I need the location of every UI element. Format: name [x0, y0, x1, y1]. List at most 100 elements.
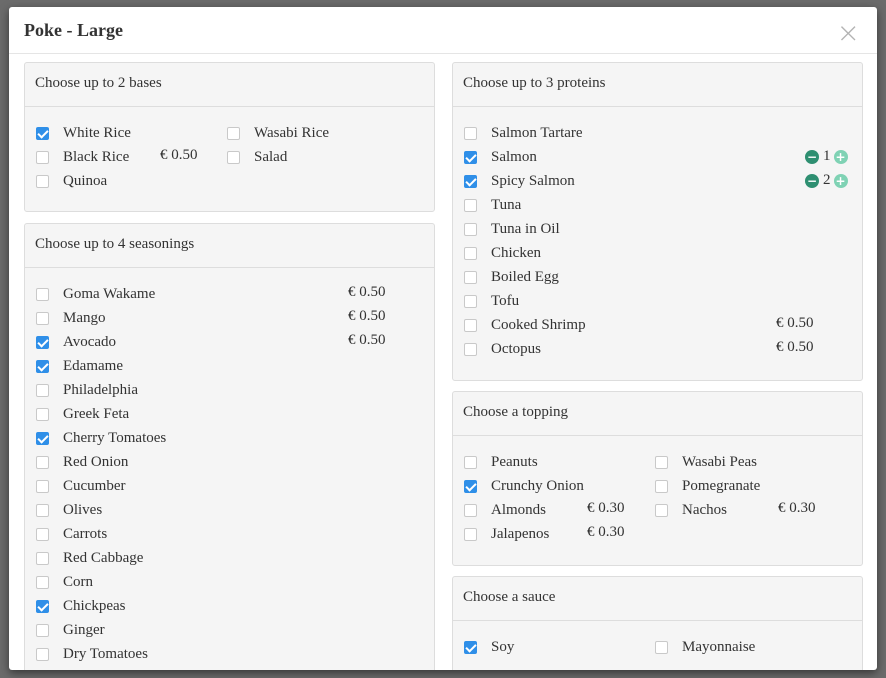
option-white-rice[interactable]: White Rice [36, 121, 131, 145]
price-mango: € 0.50 [348, 308, 386, 324]
option-pomegranate[interactable]: Pomegranate [655, 474, 760, 498]
option-peanuts[interactable]: Peanuts [464, 450, 538, 474]
checkbox-icon[interactable] [36, 150, 49, 164]
checkbox-icon[interactable] [655, 640, 668, 654]
option-philadelphia[interactable]: Philadelphia [36, 378, 138, 402]
option-greek-feta[interactable]: Greek Feta [36, 402, 129, 426]
checkbox-icon[interactable] [36, 479, 49, 493]
option-nachos[interactable]: Nachos [655, 498, 727, 522]
option-ginger[interactable]: Ginger [36, 618, 105, 642]
checkbox-icon[interactable] [36, 455, 49, 469]
checkbox-icon[interactable] [464, 479, 477, 493]
checkbox-icon[interactable] [36, 431, 49, 445]
option-cherry-tomatoes[interactable]: Cherry Tomatoes [36, 426, 166, 450]
product-options-modal: Poke - Large × Choose up to 2 bases Whit… [9, 7, 877, 670]
option-label: Dry Tomatoes [63, 645, 148, 662]
checkbox-icon[interactable] [464, 318, 477, 332]
option-wasabi-peas[interactable]: Wasabi Peas [655, 450, 757, 474]
checkbox-icon[interactable] [36, 126, 49, 140]
checkbox-icon[interactable] [36, 599, 49, 613]
checkbox-icon[interactable] [36, 174, 49, 188]
option-edamame[interactable]: Edamame [36, 354, 123, 378]
checkbox-icon[interactable] [464, 294, 477, 308]
checkbox-icon[interactable] [36, 287, 49, 301]
plus-circle-icon[interactable]: + [833, 173, 848, 188]
modal-title: Poke - Large [24, 20, 123, 40]
option-tuna[interactable]: Tuna [464, 193, 521, 217]
option-goma-wakame[interactable]: Goma Wakame [36, 282, 155, 306]
checkbox-icon[interactable] [464, 222, 477, 236]
option-dry-tomatoes[interactable]: Dry Tomatoes [36, 642, 148, 666]
checkbox-icon[interactable] [655, 503, 668, 517]
option-red-cabbage[interactable]: Red Cabbage [36, 546, 143, 570]
checkbox-icon[interactable] [464, 455, 477, 469]
checkbox-icon[interactable] [464, 150, 477, 164]
checkbox-icon[interactable] [36, 527, 49, 541]
checkbox-icon[interactable] [227, 126, 240, 140]
option-chickpeas[interactable]: Chickpeas [36, 594, 125, 618]
checkbox-icon[interactable] [36, 383, 49, 397]
checkbox-icon[interactable] [36, 551, 49, 565]
checkbox-icon[interactable] [464, 503, 477, 517]
option-soy[interactable]: Soy [464, 635, 514, 659]
option-red-onion[interactable]: Red Onion [36, 450, 128, 474]
option-corn[interactable]: Corn [36, 570, 93, 594]
option-boiled-egg[interactable]: Boiled Egg [464, 265, 559, 289]
option-label: Edamame [63, 357, 123, 374]
option-carrots[interactable]: Carrots [36, 522, 107, 546]
checkbox-icon[interactable] [464, 246, 477, 260]
checkbox-icon[interactable] [36, 359, 49, 373]
checkbox-icon[interactable] [464, 640, 477, 654]
checkbox-icon[interactable] [227, 150, 240, 164]
checkbox-icon[interactable] [36, 335, 49, 349]
option-salmon-tartare[interactable]: Salmon Tartare [464, 121, 583, 145]
option-mango[interactable]: Mango [36, 306, 106, 330]
minus-circle-icon[interactable]: − [805, 173, 819, 188]
option-cucumber[interactable]: Cucumber [36, 474, 125, 498]
proteins-heading: Choose up to 3 proteins [453, 63, 862, 107]
plus-circle-icon[interactable]: + [833, 149, 848, 164]
option-label: Olives [63, 501, 103, 518]
option-octopus[interactable]: Octopus [464, 337, 541, 361]
checkbox-icon[interactable] [464, 270, 477, 284]
option-cooked-shrimp[interactable]: Cooked Shrimp [464, 313, 586, 337]
option-wasabi-rice[interactable]: Wasabi Rice [227, 121, 329, 145]
option-label: Quinoa [63, 172, 108, 189]
seasonings-heading: Choose up to 4 seasonings [25, 224, 434, 268]
price-cooked-shrimp: € 0.50 [776, 315, 814, 331]
option-label: Pomegranate [682, 477, 761, 494]
option-spicy-salmon[interactable]: Spicy Salmon [464, 169, 575, 193]
checkbox-icon[interactable] [464, 342, 477, 356]
option-salad[interactable]: Salad [227, 145, 287, 169]
checkbox-icon[interactable] [464, 174, 477, 188]
option-salmon[interactable]: Salmon [464, 145, 537, 169]
checkbox-icon[interactable] [36, 407, 49, 421]
option-black-rice[interactable]: Black Rice [36, 145, 129, 169]
checkbox-icon[interactable] [655, 479, 668, 493]
minus-circle-icon[interactable]: − [805, 149, 819, 164]
option-almonds[interactable]: Almonds [464, 498, 546, 522]
checkbox-icon[interactable] [655, 455, 668, 469]
quantity-value: 1 [823, 148, 831, 164]
option-crunchy-onion[interactable]: Crunchy Onion [464, 474, 584, 498]
checkbox-icon[interactable] [36, 503, 49, 517]
option-tofu[interactable]: Tofu [464, 289, 519, 313]
checkbox-icon[interactable] [36, 647, 49, 661]
close-icon[interactable]: × [837, 19, 860, 47]
topping-heading: Choose a topping [453, 392, 862, 436]
option-olives[interactable]: Olives [36, 498, 102, 522]
checkbox-icon[interactable] [36, 623, 49, 637]
option-quinoa[interactable]: Quinoa [36, 169, 107, 193]
option-jalapenos[interactable]: Jalapenos [464, 522, 549, 546]
option-avocado[interactable]: Avocado [36, 330, 116, 354]
checkbox-icon[interactable] [464, 126, 477, 140]
checkbox-icon[interactable] [464, 198, 477, 212]
option-label: Chicken [491, 244, 541, 261]
checkbox-icon[interactable] [36, 311, 49, 325]
option-label: Nachos [682, 501, 727, 518]
option-chicken[interactable]: Chicken [464, 241, 541, 265]
option-mayonnaise[interactable]: Mayonnaise [655, 635, 755, 659]
checkbox-icon[interactable] [464, 527, 477, 541]
checkbox-icon[interactable] [36, 575, 49, 589]
option-tuna-in-oil[interactable]: Tuna in Oil [464, 217, 560, 241]
